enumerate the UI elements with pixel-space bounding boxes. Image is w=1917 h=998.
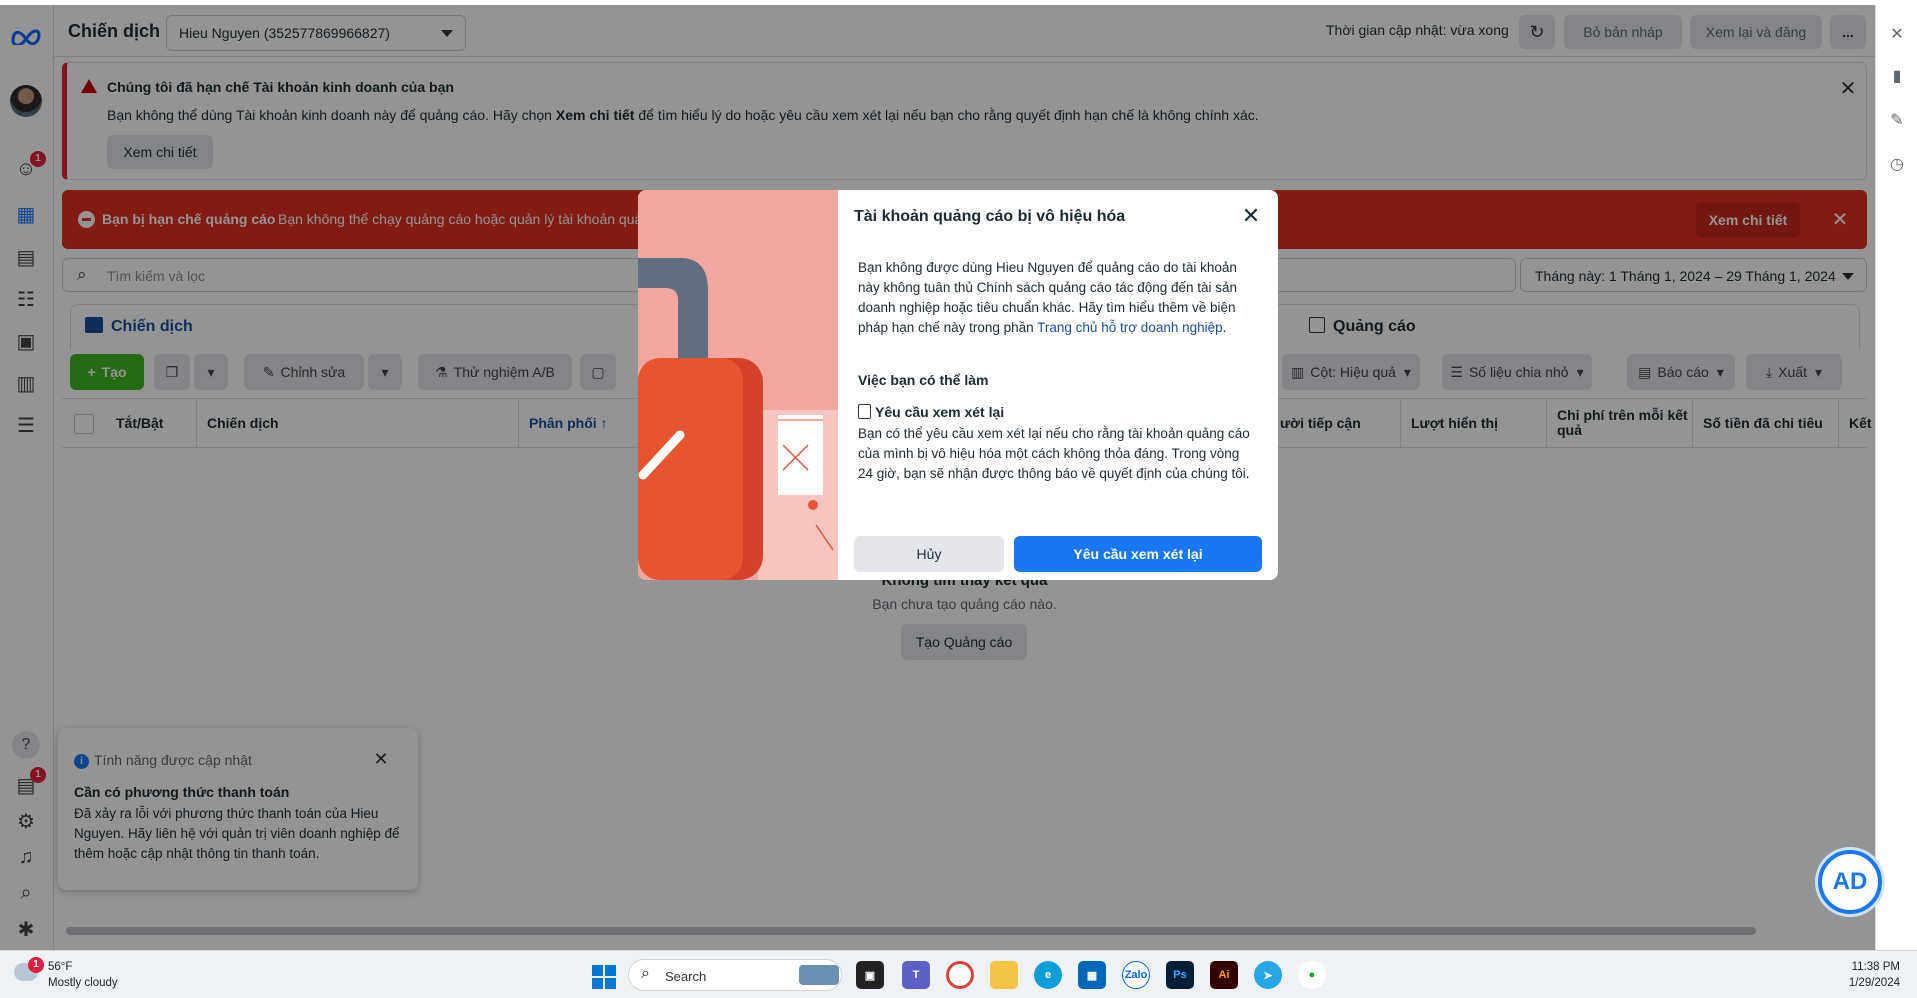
right-rail: ✕ ▮ ✎ ◷ [1875, 5, 1917, 950]
chart-icon[interactable]: ▮ [1886, 65, 1908, 87]
search-icon: ⌕ [641, 965, 650, 982]
weather-widget[interactable]: 56°F Mostly cloudy [48, 959, 118, 991]
telegram-icon[interactable]: ➤ [1254, 961, 1282, 989]
illustrator-icon[interactable]: Ai [1210, 961, 1238, 989]
task-view-icon[interactable]: ▣ [856, 961, 884, 989]
photoshop-icon[interactable]: Ps [1166, 961, 1194, 989]
document-icon [858, 404, 871, 419]
app-root: ☺ 1 ▦ ▤ ☷ ▣ ▥ ☰ ? ▤ 1 ⚙ ♫ ⌕ ✱ ✕ ▮ ✎ ◷ Ch… [0, 0, 1917, 998]
store-icon[interactable]: ▦ [1078, 961, 1106, 989]
cancel-button[interactable]: Hủy [854, 536, 1004, 572]
option-text: Bạn có thể yêu cầu xem xét lại nếu cho r… [858, 426, 1250, 481]
chrome-icon[interactable] [946, 961, 974, 989]
edge-icon[interactable]: e [1034, 961, 1062, 989]
option-title: Yêu cầu xem xét lại [858, 404, 1004, 420]
clock-date: 1/29/2024 [1848, 977, 1900, 989]
evernote-icon[interactable]: ● [1298, 961, 1326, 989]
history-clock-icon[interactable]: ◷ [1886, 153, 1908, 175]
lock-illustration [638, 190, 838, 580]
clock-time: 11:38 PM [1851, 961, 1900, 973]
business-help-link[interactable]: Trang chủ hỗ trợ doanh nghiệp [1037, 320, 1222, 335]
dialog-subtitle: Việc bạn có thể làm [858, 372, 989, 388]
close-icon[interactable]: ✕ [1239, 203, 1263, 228]
taskbar-search-label: Search [665, 969, 707, 984]
edit-pencil-icon[interactable]: ✎ [1886, 109, 1908, 131]
file-explorer-icon[interactable] [990, 961, 1018, 989]
floating-assistant-icon[interactable]: AD [1818, 850, 1882, 914]
option-title-label: Yêu cầu xem xét lại [875, 404, 1005, 420]
system-clock[interactable]: 11:38 PM 1/29/2024 [1800, 959, 1900, 991]
windows-taskbar: 1 56°F Mostly cloudy ⌕ Search ▣ T e ▦ Zal… [0, 950, 1917, 998]
teams-icon[interactable]: T [902, 961, 930, 989]
weather-desc: Mostly cloudy [48, 977, 118, 989]
taskbar-search[interactable]: ⌕ Search [628, 959, 842, 991]
lock-icon [638, 190, 838, 580]
zalo-icon[interactable]: Zalo [1122, 961, 1150, 989]
close-panel-icon[interactable]: ✕ [1886, 23, 1908, 45]
dialog-description: Bạn không được dùng Hieu Nguyen để quảng… [858, 260, 1238, 335]
weather-badge: 1 [28, 957, 44, 973]
search-highlight-icon [799, 965, 839, 985]
request-review-button[interactable]: Yêu cầu xem xét lại [1014, 536, 1262, 572]
windows-start-icon[interactable] [592, 965, 616, 989]
weather-temp: 56°F [48, 961, 73, 973]
disabled-account-dialog: Tài khoản quảng cáo bị vô hiệu hóa ✕ Bạn… [638, 190, 1278, 580]
dialog-title: Tài khoản quảng cáo bị vô hiệu hóa [854, 208, 1126, 225]
